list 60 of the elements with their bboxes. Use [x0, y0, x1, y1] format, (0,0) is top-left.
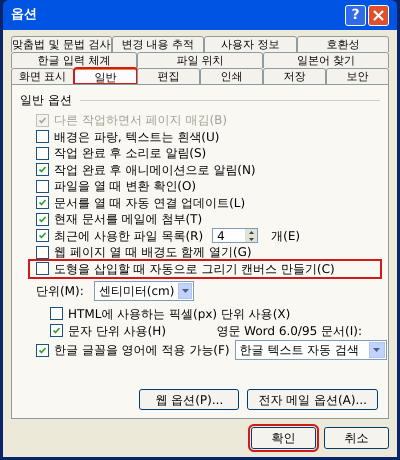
tab[interactable]: 파일 위치: [137, 52, 263, 68]
checkbox[interactable]: [36, 344, 49, 356]
checkbox-label[interactable]: HTML에 사용하는 픽셀(px) 단위 사용(X): [68, 304, 290, 322]
group-title: 일반 옵션: [20, 92, 72, 109]
window-title: 옵션: [11, 6, 38, 24]
checkmark-icon: [53, 327, 60, 334]
tab[interactable]: 보안: [326, 68, 389, 84]
help-button[interactable]: ?: [345, 4, 366, 26]
checkbox-label[interactable]: 최근에 사용한 파일 목록(R): [54, 226, 204, 245]
close-icon: [373, 10, 384, 20]
checkmark-icon: [39, 166, 46, 174]
tab[interactable]: 맞춤법 및 문법 검사: [11, 36, 112, 52]
checkbox-label[interactable]: 작업 완료 후 소리로 알림(S): [54, 144, 206, 162]
tab[interactable]: 인쇄: [200, 68, 263, 84]
unit-dropdown[interactable]: 센티미터(cm): [94, 281, 194, 301]
checkbox[interactable]: [36, 262, 49, 276]
spin-field[interactable]: 4: [212, 228, 258, 244]
unit-label: 단위(M):: [36, 283, 84, 300]
tab[interactable]: 화면 표시: [11, 68, 74, 84]
close-button[interactable]: [368, 4, 389, 26]
checkbox-label[interactable]: 배경은 파랑, 텍스트는 흰색(U): [54, 128, 220, 146]
checkbox[interactable]: [50, 324, 63, 337]
word6-dropdown[interactable]: 한글 텍스트 자동 검색: [234, 340, 387, 360]
checkbox-label[interactable]: 도형을 삽입할 때 자동으로 그리기 캔버스 만들기(C): [54, 260, 335, 278]
checkbox[interactable]: [36, 196, 49, 210]
checkmark-icon: [39, 216, 46, 223]
dialog-button[interactable]: 확인: [251, 427, 316, 449]
option-button[interactable]: 전자 메일 옵션(A)...: [247, 389, 378, 410]
checkmark-icon: [39, 346, 46, 354]
checkbox[interactable]: [36, 146, 49, 160]
tab[interactable]: 변경 내용 추적: [112, 36, 204, 52]
checkbox[interactable]: [36, 163, 49, 176]
checkbox[interactable]: [50, 307, 63, 320]
tab[interactable]: 한글 입력 체계: [11, 52, 137, 68]
tab[interactable]: 호환성: [296, 36, 389, 52]
checkbox[interactable]: [36, 246, 49, 259]
tab[interactable]: 편집: [137, 68, 200, 84]
checkbox-label[interactable]: 현재 문서를 메일에 첨부(T): [54, 210, 202, 228]
option-button[interactable]: 웹 옵션(P)...: [139, 389, 240, 410]
tab[interactable]: 사용자 정보: [204, 36, 296, 52]
tab[interactable]: 일반: [74, 68, 137, 84]
word6-label: 영문 Word 6.0/95 문서(I):: [216, 322, 362, 340]
checkbox[interactable]: [36, 212, 49, 226]
tab[interactable]: 저장: [263, 68, 326, 84]
checkbox-label[interactable]: 파일을 열 때 변환 확인(O): [54, 177, 196, 196]
spin-arrows-icon: [245, 229, 258, 242]
checkbox[interactable]: [36, 130, 49, 144]
checkbox-label[interactable]: 작업 완료 후 애니메이션으로 알림(N): [54, 160, 256, 179]
checkbox-label[interactable]: 문서를 열 때 자동 연결 업데이트(L): [54, 194, 246, 212]
checkmark-icon: [39, 199, 46, 206]
checkbox[interactable]: [36, 180, 49, 193]
checkbox-label[interactable]: 웹 페이지 열 때 배경도 함께 열기(G): [54, 243, 252, 262]
tab[interactable]: 일본어 찾기: [263, 52, 389, 68]
spin-suffix: 개(E): [271, 228, 300, 245]
checkmark-icon: [39, 232, 46, 240]
checkbox-label[interactable]: 한글 글꼴을 영어에 적용 가능(F): [54, 341, 230, 359]
checkbox[interactable]: [36, 229, 49, 242]
checkbox-label[interactable]: 문자 단위 사용(H): [68, 322, 166, 340]
dialog-button[interactable]: 취소: [324, 427, 389, 449]
checkmark-icon: [39, 116, 46, 124]
